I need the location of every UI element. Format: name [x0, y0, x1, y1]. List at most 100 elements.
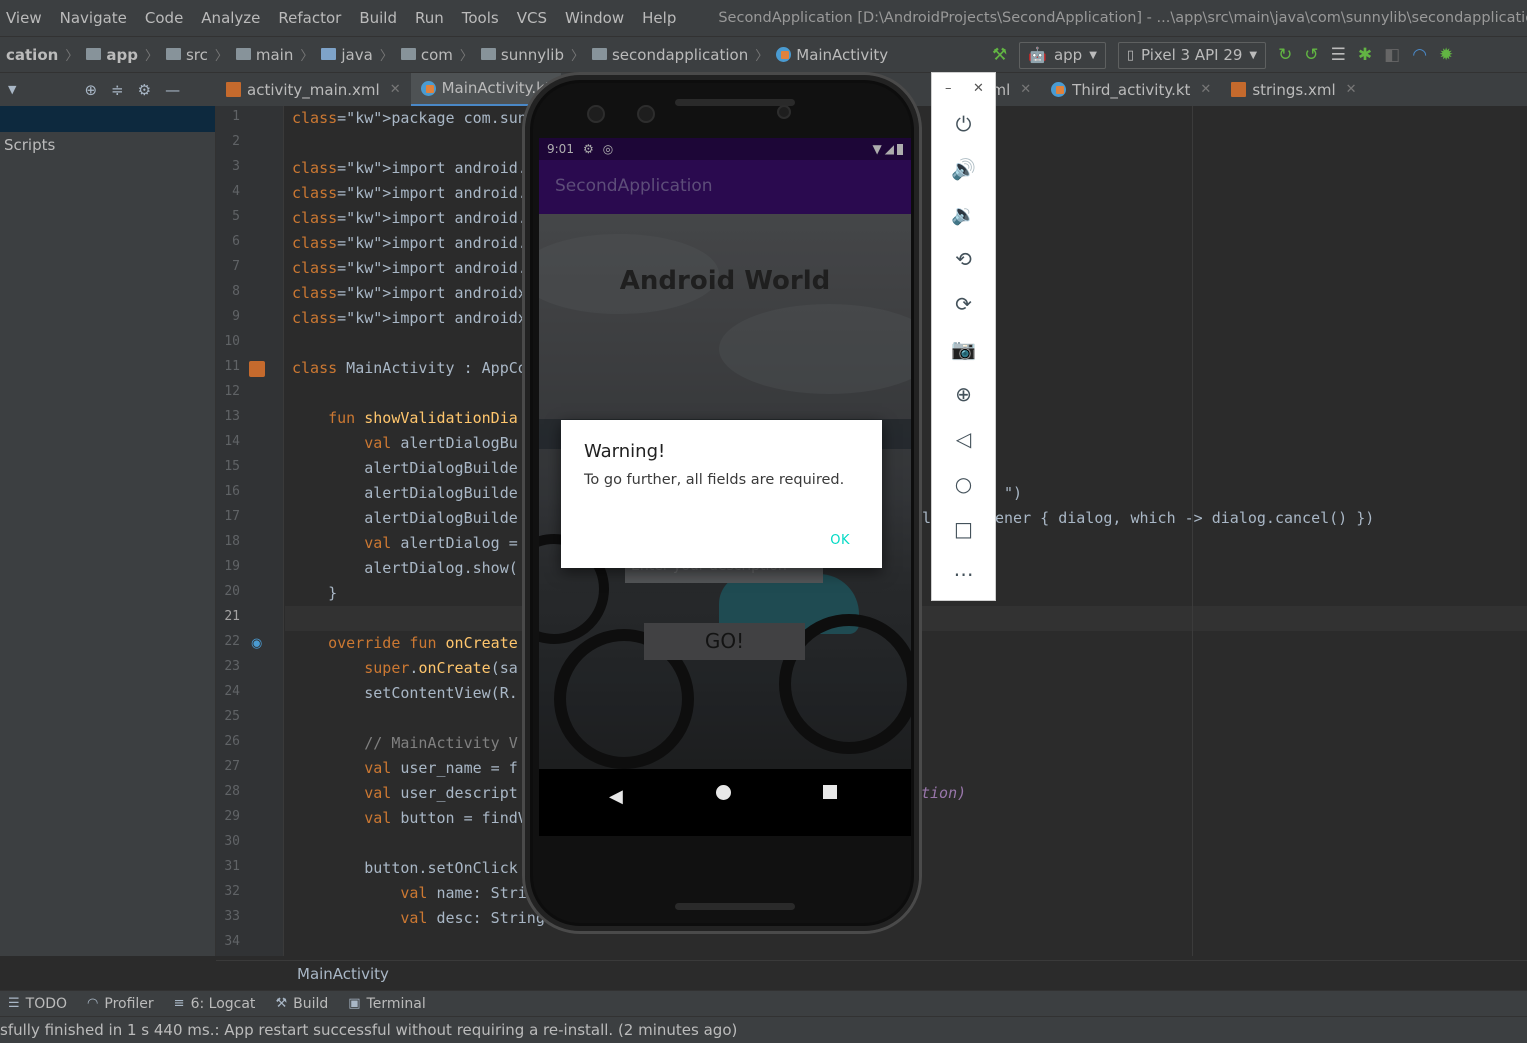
run-config-select[interactable]: 🤖 app ▼: [1019, 41, 1106, 69]
nav-back-icon[interactable]: ◀: [609, 786, 623, 807]
tool-build[interactable]: ⚒ Build: [267, 996, 340, 1012]
crumb-com[interactable]: com: [421, 46, 453, 64]
menu-view[interactable]: View: [0, 9, 51, 27]
code-line[interactable]: alertDialogBuilde: [292, 509, 518, 527]
chevron-right-icon: 〉: [65, 49, 79, 64]
profiler-icon[interactable]: ◠: [1412, 45, 1427, 65]
power-icon[interactable]: ⏻: [932, 109, 995, 139]
dropdown-arrow-icon[interactable]: ▼: [8, 83, 16, 96]
home-icon[interactable]: ○: [932, 469, 995, 499]
code-line[interactable]: fun showValidationDia: [292, 409, 518, 427]
close-icon[interactable]: ✕: [390, 82, 401, 97]
apply-changes-icon[interactable]: ↻: [1278, 45, 1292, 65]
nav-home-icon[interactable]: [716, 785, 731, 800]
tool-todo[interactable]: ☰ TODO: [0, 996, 79, 1012]
tab-strings-xml[interactable]: strings.xml ✕: [1221, 73, 1366, 106]
menu-window[interactable]: Window: [556, 9, 633, 27]
tab-third-activity-kt[interactable]: Third_activity.kt ✕: [1041, 73, 1221, 106]
menu-build[interactable]: Build: [350, 9, 406, 27]
project-tree-selected-row[interactable]: [0, 106, 215, 132]
nav-recents-icon[interactable]: [823, 785, 837, 799]
camera-icon[interactable]: 📷: [932, 334, 995, 364]
tool-profiler[interactable]: ◠ Profiler: [79, 996, 166, 1012]
code-line[interactable]: alertDialogBuilde: [292, 484, 518, 502]
rotate-left-icon[interactable]: ⟲: [932, 244, 995, 274]
menu-vcs[interactable]: VCS: [508, 9, 556, 27]
code-fragment[interactable]: ener { dialog, which -> dialog.cancel() …: [995, 509, 1374, 527]
close-icon[interactable]: ✕: [1346, 82, 1357, 97]
locate-icon[interactable]: ⊕: [84, 81, 97, 99]
close-icon[interactable]: ✕: [1200, 82, 1211, 97]
code-line[interactable]: val name: Stri: [292, 884, 526, 902]
line-number: 6: [232, 234, 240, 249]
hide-icon[interactable]: —: [165, 81, 180, 99]
menu-tools[interactable]: Tools: [453, 9, 508, 27]
code-line[interactable]: // MainActivity V: [292, 734, 518, 752]
code-line[interactable]: super.onCreate(sa: [292, 659, 518, 677]
code-line[interactable]: alertDialogBuilde: [292, 459, 518, 477]
debug-icon[interactable]: ✱: [1358, 45, 1372, 65]
code-line[interactable]: button.setOnClick: [292, 859, 518, 877]
front-sensor-icon: [637, 105, 655, 123]
crumb-mainactivity[interactable]: MainActivity: [796, 46, 888, 64]
line-number: 7: [232, 259, 240, 274]
editor-breadcrumb[interactable]: MainActivity: [216, 960, 1527, 987]
line-number: 24: [224, 684, 240, 699]
attach-debugger-icon[interactable]: ✹: [1439, 45, 1453, 65]
menu-refactor[interactable]: Refactor: [269, 9, 350, 27]
apply-code-changes-icon[interactable]: ↺: [1304, 45, 1318, 65]
tool-logcat[interactable]: ≡ 6: Logcat: [166, 996, 268, 1012]
crumb-java[interactable]: java: [341, 46, 372, 64]
chevron-right-icon: 〉: [300, 49, 314, 64]
overview-icon[interactable]: □: [932, 514, 995, 544]
back-icon[interactable]: ◁: [932, 424, 995, 454]
hammer-build-icon[interactable]: ⚒: [992, 45, 1007, 65]
menu-analyze[interactable]: Analyze: [192, 9, 269, 27]
override-gutter-icon[interactable]: ◉: [251, 636, 262, 651]
menu-code[interactable]: Code: [136, 9, 192, 27]
code-line[interactable]: val user_name = f: [292, 759, 518, 777]
close-icon[interactable]: ✕: [1020, 82, 1031, 97]
run-gutter-icon[interactable]: [249, 361, 265, 377]
device-select[interactable]: ▯ Pixel 3 API 29 ▼: [1117, 41, 1267, 69]
code-fragment[interactable]: l: [922, 509, 931, 527]
more-icon[interactable]: ⋯: [932, 559, 995, 589]
volume-up-icon[interactable]: 🔊: [932, 154, 995, 184]
project-tree-row-scripts[interactable]: Scripts: [0, 132, 215, 158]
chevron-right-icon: 〉: [144, 49, 158, 64]
coverage-icon[interactable]: ☰: [1331, 45, 1346, 65]
crumb-main[interactable]: main: [256, 46, 293, 64]
crumb-sunnylib[interactable]: sunnylib: [501, 46, 564, 64]
code-line[interactable]: val desc: String: [292, 909, 545, 927]
menu-navigate[interactable]: Navigate: [51, 9, 136, 27]
code-fragment[interactable]: "): [1004, 484, 1022, 502]
code-line[interactable]: }: [292, 584, 337, 602]
code-line[interactable]: val alertDialogBu: [292, 434, 518, 452]
crumb-secondapplication[interactable]: secondapplication: [612, 46, 748, 64]
menu-help[interactable]: Help: [633, 9, 685, 27]
rotate-right-icon[interactable]: ⟳: [932, 289, 995, 319]
stop-icon[interactable]: ◧: [1384, 45, 1400, 65]
collapse-icon[interactable]: ≑: [111, 81, 124, 99]
close-icon[interactable]: ✕: [973, 81, 984, 96]
volume-down-icon[interactable]: 🔉: [932, 199, 995, 229]
tool-terminal[interactable]: ▣ Terminal: [340, 996, 437, 1012]
crumb-project[interactable]: cation: [6, 46, 58, 64]
module-folder-icon: [86, 47, 102, 60]
code-line[interactable]: val user_descript: [292, 784, 518, 802]
code-line[interactable]: setContentView(R.: [292, 684, 518, 702]
crumb-src[interactable]: src: [186, 46, 208, 64]
code-line[interactable]: alertDialog.show(: [292, 559, 518, 577]
gear-icon[interactable]: ⚙: [138, 81, 151, 99]
menu-run[interactable]: Run: [406, 9, 453, 27]
crumb-app[interactable]: app: [106, 46, 138, 64]
code-line[interactable]: class MainActivity : AppCo: [292, 359, 527, 377]
tab-activity-main-xml[interactable]: activity_main.xml ✕: [216, 73, 411, 106]
code-line[interactable]: override fun onCreate: [292, 634, 518, 652]
zoom-icon[interactable]: ⊕: [932, 379, 995, 409]
minimize-icon[interactable]: –: [945, 81, 952, 96]
code-fragment[interactable]: tion): [921, 784, 966, 802]
code-line[interactable]: val alertDialog =: [292, 534, 518, 552]
dialog-ok-button[interactable]: OK: [830, 533, 850, 548]
code-line[interactable]: val button = findV: [292, 809, 527, 827]
